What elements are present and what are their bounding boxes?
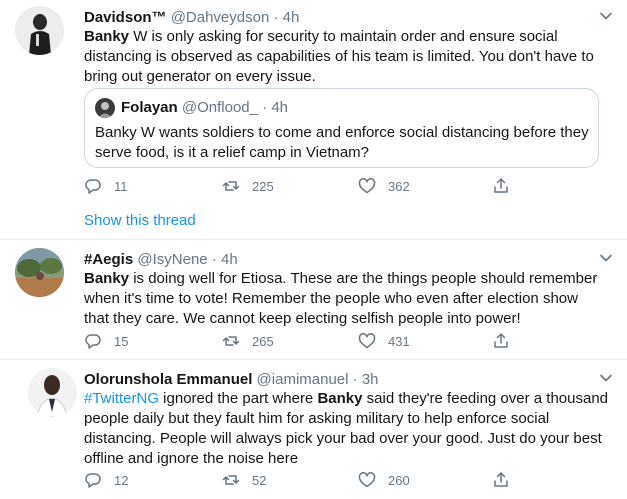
tweet-text-rest: W is only asking for security to maintai…	[84, 28, 594, 85]
separator-dot: ·	[211, 251, 217, 268]
retweet-icon	[222, 336, 240, 346]
reply-icon	[85, 473, 101, 488]
tweet-actions: 11 225 362	[84, 177, 524, 197]
like-button[interactable]: 431	[358, 332, 410, 350]
quoted-timestamp: 4h	[271, 99, 288, 116]
quoted-tweet[interactable]: Folayan @Onflood_ · 4h Banky W wants sol…	[84, 88, 599, 168]
tweet-aegis[interactable]: #Aegis @IsyNene · 4h Banky is doing well…	[0, 241, 627, 360]
hashtag-link[interactable]: #TwitterNG	[84, 390, 159, 407]
tweet-actions: 15 265 431	[84, 332, 524, 352]
retweet-count: 265	[252, 333, 274, 349]
retweet-button[interactable]: 265	[222, 332, 274, 350]
reply-count: 15	[114, 333, 129, 349]
like-button[interactable]: 260	[358, 471, 410, 489]
avatar[interactable]	[15, 248, 64, 297]
tweet-davidson[interactable]: Davidson™ @Dahveydson · 4h Banky W is on…	[0, 0, 627, 240]
tweet-header: Davidson™ @Dahveydson · 4h	[84, 8, 299, 28]
display-name[interactable]: Davidson™	[84, 9, 167, 26]
bold-mention: Banky	[84, 270, 130, 287]
display-name[interactable]: Olorunshola Emmanuel	[84, 371, 252, 388]
show-thread-link[interactable]: Show this thread	[84, 212, 196, 229]
display-name[interactable]: #Aegis	[84, 251, 133, 268]
quoted-avatar	[95, 98, 115, 118]
timestamp[interactable]: 3h	[362, 371, 379, 388]
reply-icon	[85, 334, 101, 349]
tweet-olorunshola[interactable]: Olorunshola Emmanuel @iamimanuel · 3h #T…	[0, 361, 627, 499]
reply-icon	[85, 179, 101, 194]
reply-button[interactable]: 15	[84, 332, 128, 350]
reply-button[interactable]: 11	[84, 177, 128, 195]
tweet-text: Banky is doing well for Etiosa. These ar…	[84, 269, 604, 329]
separator-dot: ·	[262, 99, 268, 116]
retweet-button[interactable]: 225	[222, 177, 274, 195]
share-button[interactable]	[492, 332, 510, 350]
tweet-header: Olorunshola Emmanuel @iamimanuel · 3h	[84, 370, 379, 390]
retweet-icon	[222, 181, 240, 191]
like-button[interactable]: 362	[358, 177, 410, 195]
avatar[interactable]	[28, 368, 77, 417]
like-count: 362	[388, 178, 410, 194]
avatar[interactable]	[15, 6, 64, 55]
quoted-user-handle: @Onflood_	[181, 99, 258, 116]
user-handle[interactable]: @iamimanuel	[257, 371, 349, 388]
chevron-down-icon[interactable]	[599, 9, 613, 23]
reply-count: 11	[114, 178, 128, 194]
tweet-text: Banky W is only asking for security to m…	[84, 27, 604, 87]
tweet-text: #TwitterNG ignored the part where Banky …	[84, 389, 614, 469]
quoted-tweet-text: Banky W wants soldiers to come and enfor…	[95, 124, 589, 161]
share-icon	[494, 178, 508, 193]
chevron-down-icon[interactable]	[599, 251, 613, 265]
like-count: 260	[388, 472, 410, 488]
bold-mention: Banky	[317, 390, 363, 407]
reply-count: 12	[114, 472, 129, 488]
retweet-count: 225	[252, 178, 274, 194]
like-count: 431	[388, 333, 410, 349]
heart-icon	[358, 472, 376, 488]
heart-icon	[358, 178, 376, 194]
bold-mention: Banky	[84, 28, 130, 45]
share-icon	[494, 472, 508, 487]
tweet-text-pre: ignored the part where	[159, 390, 318, 407]
separator-dot: ·	[273, 9, 279, 26]
share-icon	[494, 333, 508, 348]
reply-button[interactable]: 12	[84, 471, 128, 489]
quoted-tweet-header: Folayan @Onflood_ · 4h	[95, 98, 288, 118]
tweet-text-rest: is doing well for Etiosa. These are the …	[84, 270, 598, 327]
chevron-down-icon[interactable]	[599, 371, 613, 385]
timestamp[interactable]: 4h	[283, 9, 300, 26]
user-handle[interactable]: @Dahveydson	[171, 9, 270, 26]
share-button[interactable]	[492, 177, 510, 195]
quoted-display-name: Folayan	[121, 99, 178, 116]
heart-icon	[358, 333, 376, 349]
retweet-button[interactable]: 52	[222, 471, 266, 489]
user-handle[interactable]: @IsyNene	[137, 251, 207, 268]
retweet-icon	[222, 475, 240, 485]
separator-dot: ·	[352, 371, 358, 388]
tweet-actions: 12 52 260	[84, 471, 524, 491]
tweet-header: #Aegis @IsyNene · 4h	[84, 250, 238, 270]
share-button[interactable]	[492, 471, 510, 489]
retweet-count: 52	[252, 472, 267, 488]
timestamp[interactable]: 4h	[221, 251, 238, 268]
